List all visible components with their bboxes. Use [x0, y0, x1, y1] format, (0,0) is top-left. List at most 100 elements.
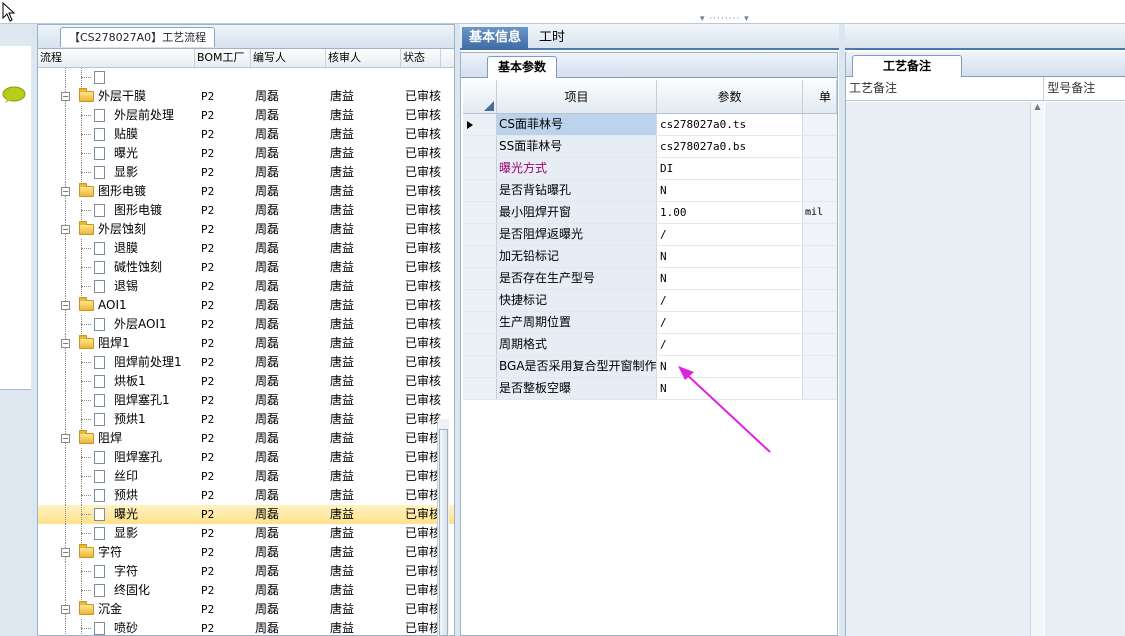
process-notes-area[interactable] — [846, 102, 1044, 636]
tree-row[interactable]: 外层AOI1 P2 周磊 唐益 已审核 — [38, 315, 454, 334]
param-row[interactable]: 是否整板空曝 N — [463, 378, 837, 400]
collapse-toggle-icon[interactable]: − — [61, 434, 70, 443]
param-row[interactable]: 周期格式 / — [463, 334, 837, 356]
tree-row[interactable]: 贴膜 P2 周磊 唐益 已审核 — [38, 125, 454, 144]
row-indicator[interactable] — [463, 312, 497, 333]
col-header-flow[interactable]: 流程 — [38, 49, 195, 67]
param-value-cell[interactable]: N — [657, 180, 803, 201]
param-row[interactable]: SS面菲林号 cs278027a0.bs — [463, 136, 837, 158]
collapse-toggle-icon[interactable]: − — [61, 225, 70, 234]
row-indicator[interactable] — [463, 334, 497, 355]
splitter-grip-icon[interactable]: ▾ ········ ▾ — [700, 14, 764, 24]
collapse-toggle-icon[interactable]: − — [61, 301, 70, 310]
tree-row[interactable]: − 阻焊1 P2 周磊 唐益 已审核 — [38, 334, 454, 353]
collapse-toggle-icon[interactable]: − — [61, 605, 70, 614]
row-indicator[interactable] — [463, 136, 497, 157]
col-header-model-notes[interactable]: 型号备注 — [1044, 77, 1125, 100]
param-row[interactable]: BGA是否采用复合型开窗制作 N — [463, 356, 837, 378]
tree-row[interactable]: − 字符 P2 周磊 唐益 已审核 — [38, 543, 454, 562]
tree-row[interactable]: 退膜 P2 周磊 唐益 已审核 — [38, 239, 454, 258]
notes-scrollbar[interactable]: ▲ — [1030, 102, 1044, 636]
tree-row[interactable]: − 图形电镀 P2 周磊 唐益 已审核 — [38, 182, 454, 201]
collapse-toggle-icon[interactable]: − — [61, 339, 70, 348]
collapse-toggle-icon[interactable]: − — [61, 92, 70, 101]
tree-row[interactable]: 烘板1 P2 周磊 唐益 已审核 — [38, 372, 454, 391]
tree-row[interactable]: 预烘 P2 周磊 唐益 已审核 — [38, 486, 454, 505]
param-value-cell[interactable]: / — [657, 290, 803, 311]
param-row[interactable]: 最小阻焊开窗 1.00 mil — [463, 202, 837, 224]
row-indicator[interactable] — [463, 378, 497, 399]
tab-process-flow[interactable]: 【CS278027A0】工艺流程 — [60, 27, 216, 47]
tree-row[interactable]: 终固化 P2 周磊 唐益 已审核 — [38, 581, 454, 600]
tree-row[interactable]: 碱性蚀刻 P2 周磊 唐益 已审核 — [38, 258, 454, 277]
tree-row[interactable] — [38, 68, 454, 87]
param-row[interactable]: 生产周期位置 / — [463, 312, 837, 334]
tree-row[interactable]: 字符 P2 周磊 唐益 已审核 — [38, 562, 454, 581]
tree-row[interactable]: 阻焊前处理1 P2 周磊 唐益 已审核 — [38, 353, 454, 372]
tab-work-hours[interactable]: 工时 — [532, 27, 572, 50]
tree-row[interactable]: 阻焊塞孔 P2 周磊 唐益 已审核 — [38, 448, 454, 467]
param-row[interactable]: 是否背钻曝孔 N — [463, 180, 837, 202]
col-header-item[interactable]: 项目 — [497, 80, 657, 113]
tree-row[interactable]: − 阻焊 P2 周磊 唐益 已审核 — [38, 429, 454, 448]
tab-process-notes[interactable]: 工艺备注 — [852, 55, 963, 77]
param-row[interactable]: CS面菲林号 cs278027a0.ts — [463, 114, 837, 136]
tree-item-label: 终固化 — [114, 583, 151, 597]
col-header-process-notes[interactable]: 工艺备注 — [846, 77, 1045, 100]
param-row[interactable]: 曝光方式 DI — [463, 158, 837, 180]
tree-row[interactable]: 预烘1 P2 周磊 唐益 已审核 — [38, 410, 454, 429]
param-value-cell[interactable]: / — [657, 334, 803, 355]
tree-row[interactable]: 显影 P2 周磊 唐益 已审核 — [38, 524, 454, 543]
param-row[interactable]: 快捷标记 / — [463, 290, 837, 312]
col-header-unit[interactable]: 单位 — [803, 80, 837, 113]
param-value-cell[interactable]: / — [657, 224, 803, 245]
tab-basic-info[interactable]: 基本信息 — [462, 27, 529, 50]
col-header-checker[interactable]: 核审人 — [326, 49, 401, 67]
tree-row[interactable]: − 沉金 P2 周磊 唐益 已审核 — [38, 600, 454, 619]
param-value-cell[interactable]: cs278027a0.bs — [657, 136, 803, 157]
model-notes-area[interactable] — [1045, 102, 1125, 636]
collapse-toggle-icon[interactable]: − — [61, 187, 70, 196]
row-indicator[interactable] — [463, 246, 497, 267]
collapse-toggle-icon[interactable]: − — [61, 548, 70, 557]
tree-row[interactable]: 曝光 P2 周磊 唐益 已审核 — [38, 505, 454, 524]
param-value-cell[interactable]: DI — [657, 158, 803, 179]
param-value-cell[interactable]: / — [657, 312, 803, 333]
param-row[interactable]: 加无铅标记 N — [463, 246, 837, 268]
scrollbar-thumb[interactable] — [439, 429, 448, 636]
tree-row[interactable]: 丝印 P2 周磊 唐益 已审核 — [38, 467, 454, 486]
chat-bubble-icon[interactable] — [2, 86, 26, 104]
param-row[interactable]: 是否阻焊返曝光 / — [463, 224, 837, 246]
param-value-cell[interactable]: N — [657, 268, 803, 289]
row-indicator[interactable] — [463, 114, 497, 135]
param-value-cell[interactable]: N — [657, 246, 803, 267]
row-indicator[interactable] — [463, 158, 497, 179]
param-value-cell[interactable]: cs278027a0.ts — [657, 114, 803, 135]
tree-row[interactable]: 退锡 P2 周磊 唐益 已审核 — [38, 277, 454, 296]
row-indicator[interactable] — [463, 356, 497, 377]
tree-row[interactable]: 喷砂 P2 周磊 唐益 已审核 — [38, 619, 454, 635]
tree-row[interactable]: 外层前处理 P2 周磊 唐益 已审核 — [38, 106, 454, 125]
tree-row[interactable]: 阻焊塞孔1 P2 周磊 唐益 已审核 — [38, 391, 454, 410]
row-indicator[interactable] — [463, 290, 497, 311]
tree-cell-name: 外层前处理 — [38, 106, 195, 125]
col-header-bom[interactable]: BOM工厂 — [195, 49, 251, 67]
row-indicator[interactable] — [463, 180, 497, 201]
col-header-param[interactable]: 参数 — [657, 80, 803, 113]
param-row[interactable]: 是否存在生产型号 N — [463, 268, 837, 290]
tree-row[interactable]: 图形电镀 P2 周磊 唐益 已审核 — [38, 201, 454, 220]
col-header-status[interactable]: 状态 — [401, 49, 441, 67]
param-value-cell[interactable]: 1.00 — [657, 202, 803, 223]
row-indicator[interactable] — [463, 202, 497, 223]
row-indicator[interactable] — [463, 268, 497, 289]
tree-row[interactable]: − 外层干膜 P2 周磊 唐益 已审核 — [38, 87, 454, 106]
tree-row[interactable]: − AOI1 P2 周磊 唐益 已审核 — [38, 296, 454, 315]
row-indicator[interactable] — [463, 224, 497, 245]
tree-row[interactable]: 曝光 P2 周磊 唐益 已审核 — [38, 144, 454, 163]
tree-row[interactable]: 显影 P2 周磊 唐益 已审核 — [38, 163, 454, 182]
tree-scrollbar[interactable] — [437, 419, 449, 636]
col-header-writer[interactable]: 编写人 — [251, 49, 326, 67]
tree-cell-status: 已审核 — [405, 355, 441, 369]
tab-basic-params[interactable]: 基本参数 — [487, 56, 558, 78]
tree-row[interactable]: − 外层蚀刻 P2 周磊 唐益 已审核 — [38, 220, 454, 239]
